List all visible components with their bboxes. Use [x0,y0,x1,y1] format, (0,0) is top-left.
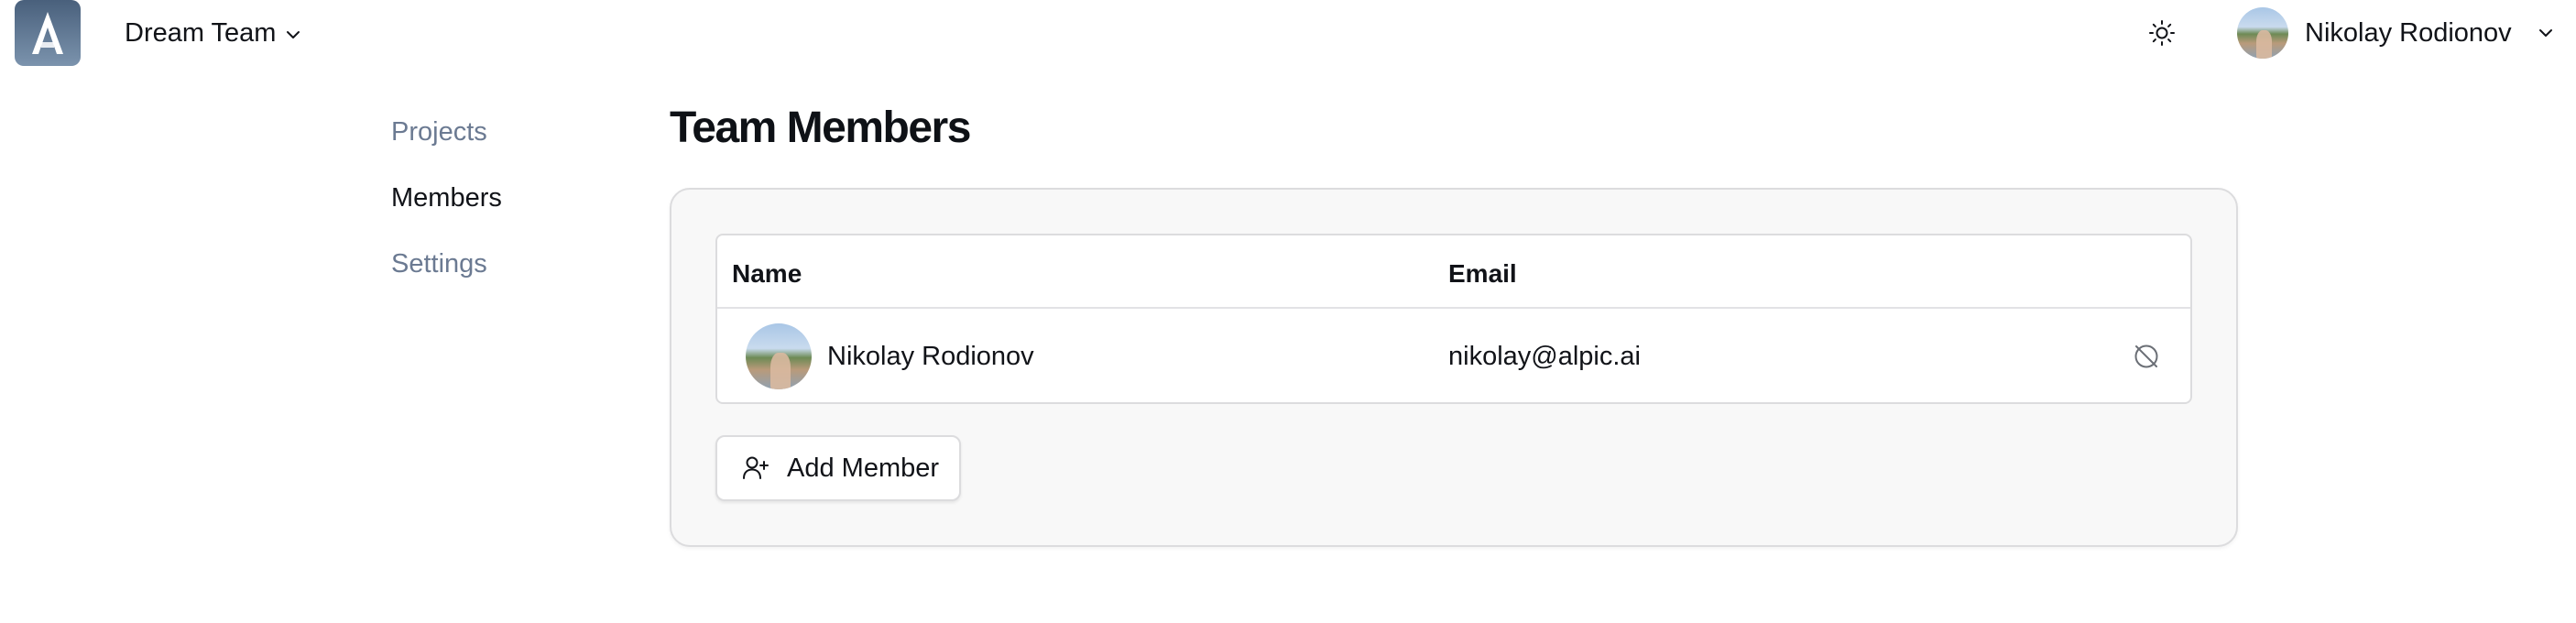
sidebar-item-members[interactable]: Members [391,178,502,244]
member-email: nikolay@alpic.ai [1448,342,1641,371]
sidebar-item-settings[interactable]: Settings [391,244,502,310]
sidebar-item-projects[interactable]: Projects [391,112,502,178]
team-switcher[interactable]: Dream Team [125,13,301,53]
theme-toggle-button[interactable] [2144,15,2180,51]
app-logo-icon[interactable] [15,0,81,66]
column-header-email: Email [1448,259,1517,288]
remove-member-icon [2134,344,2158,368]
sun-icon [2149,20,2175,46]
page-title: Team Members [670,104,971,152]
avatar [2237,7,2288,59]
members-table: Name Email Nikolay Rodionov nikolay@alpi… [715,234,2192,404]
chevron-down-icon [287,30,300,38]
user-name: Nikolay Rodionov [2305,17,2512,48]
chevron-down-icon [2538,29,2552,37]
members-card: Name Email Nikolay Rodionov nikolay@alpi… [670,188,2238,547]
top-bar: Dream Team Nikolay Rodionov [0,0,2576,66]
table-row: Nikolay Rodionov nikolay@alpic.ai [717,309,2190,402]
user-menu[interactable]: Nikolay Rodionov [2237,7,2554,59]
remove-member-button[interactable] [2128,338,2165,375]
team-name: Dream Team [125,17,277,48]
avatar [746,323,812,389]
member-name: Nikolay Rodionov [827,342,1034,371]
table-header: Name Email [717,235,2190,309]
sidebar-nav: Projects Members Settings [391,112,502,310]
add-member-button[interactable]: Add Member [715,435,961,501]
add-member-label: Add Member [787,453,940,483]
user-plus-icon [743,456,769,479]
column-header-name: Name [732,259,802,288]
